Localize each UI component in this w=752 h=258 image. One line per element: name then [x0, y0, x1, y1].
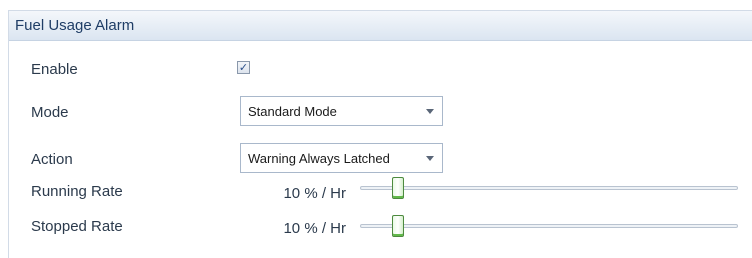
enable-checkbox[interactable]: ✓ [237, 61, 250, 74]
mode-dropdown[interactable]: Standard Mode [240, 96, 443, 126]
enable-label: Enable [31, 61, 78, 78]
running-rate-slider-track[interactable] [360, 186, 738, 190]
check-icon: ✓ [238, 61, 249, 74]
panel-header: Fuel Usage Alarm [9, 11, 752, 41]
panel-title: Fuel Usage Alarm [15, 17, 135, 34]
running-rate-value: 10 % / Hr [283, 185, 346, 202]
mode-selected-value: Standard Mode [248, 104, 337, 119]
stopped-rate-slider-thumb[interactable] [392, 215, 404, 237]
mode-label: Mode [31, 104, 69, 121]
running-rate-label: Running Rate [31, 183, 123, 200]
action-label: Action [31, 151, 73, 168]
stopped-rate-label: Stopped Rate [31, 218, 123, 235]
action-selected-value: Warning Always Latched [248, 151, 390, 166]
chevron-down-icon [426, 109, 434, 114]
action-dropdown[interactable]: Warning Always Latched [240, 143, 443, 173]
stopped-rate-slider-track[interactable] [360, 224, 738, 228]
stopped-rate-value: 10 % / Hr [283, 220, 346, 237]
running-rate-slider-thumb[interactable] [392, 177, 404, 199]
chevron-down-icon [426, 156, 434, 161]
